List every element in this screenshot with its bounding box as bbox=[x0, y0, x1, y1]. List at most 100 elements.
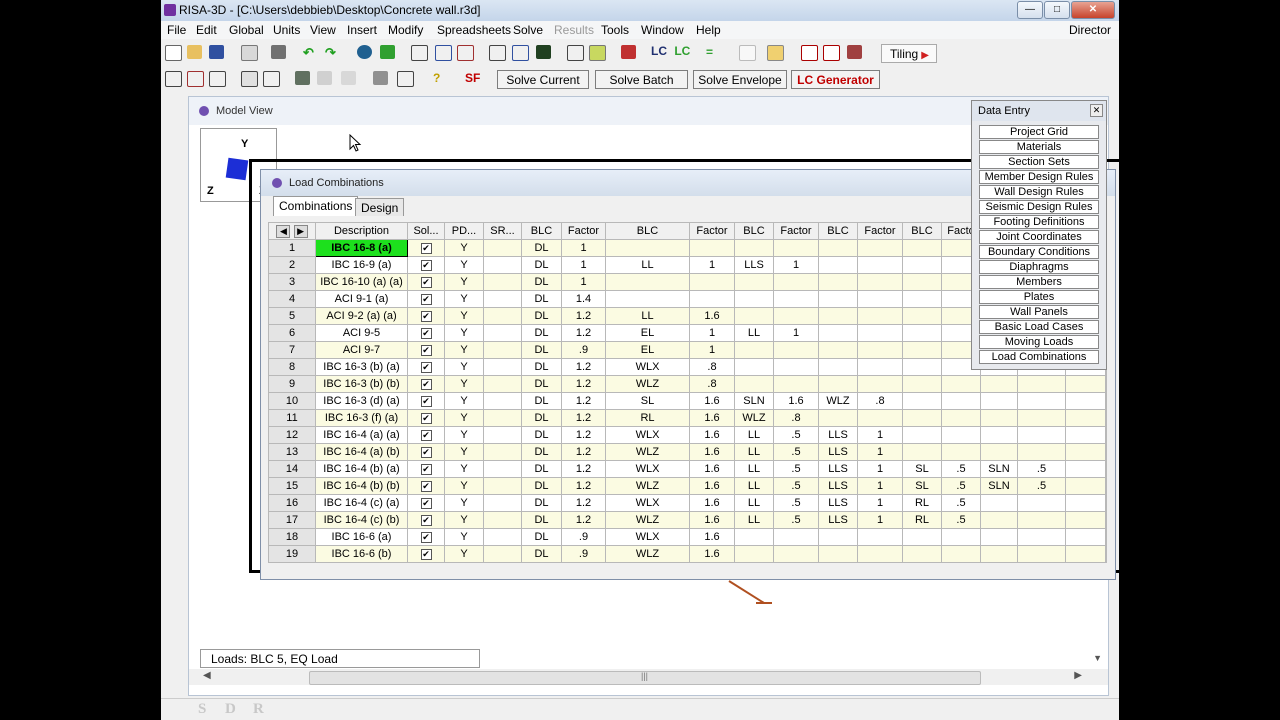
pdelta-cell[interactable]: Y bbox=[444, 443, 484, 461]
blc-cell[interactable]: SLN bbox=[980, 477, 1018, 495]
description-cell[interactable]: ACI 9-5 bbox=[315, 324, 408, 342]
row-number[interactable]: 3 bbox=[268, 273, 316, 291]
empty-cell[interactable] bbox=[1105, 511, 1107, 529]
solve-checkbox[interactable]: ✔ bbox=[420, 413, 432, 424]
blc-cell[interactable] bbox=[605, 290, 690, 308]
scroll-right-arrow-icon[interactable]: ▶ bbox=[1074, 670, 1082, 681]
blc-cell[interactable]: DL bbox=[521, 324, 562, 342]
blc-cell[interactable]: DL bbox=[521, 273, 562, 291]
blc-cell[interactable]: DL bbox=[521, 375, 562, 393]
solve-checkbox-cell[interactable]: ✔ bbox=[407, 290, 445, 308]
section-icon[interactable] bbox=[847, 45, 862, 59]
menu-file[interactable]: File bbox=[167, 23, 186, 37]
srss-cell[interactable] bbox=[483, 273, 522, 291]
scroll-left-arrow-icon[interactable]: ◀ bbox=[203, 670, 211, 681]
solve-checkbox[interactable]: ✔ bbox=[420, 498, 432, 509]
srss-cell[interactable] bbox=[483, 443, 522, 461]
solve-batch-button[interactable]: Solve Batch bbox=[595, 70, 688, 89]
factor-cell[interactable] bbox=[773, 545, 819, 563]
blc-cell[interactable] bbox=[734, 239, 774, 257]
factor-cell[interactable]: 1.6 bbox=[689, 443, 735, 461]
empty-cell[interactable] bbox=[1065, 426, 1106, 444]
selection-icon[interactable] bbox=[295, 71, 310, 85]
solve-checkbox-cell[interactable]: ✔ bbox=[407, 460, 445, 478]
solve-checkbox-cell[interactable]: ✔ bbox=[407, 528, 445, 546]
row-number[interactable]: 12 bbox=[268, 426, 316, 444]
description-cell[interactable]: IBC 16-6 (b) bbox=[315, 545, 408, 563]
blc-cell[interactable]: EL bbox=[605, 324, 690, 342]
blc-cell[interactable]: LL bbox=[605, 256, 690, 274]
pdelta-cell[interactable]: Y bbox=[444, 341, 484, 359]
factor-cell[interactable] bbox=[773, 307, 819, 325]
factor-cell[interactable] bbox=[773, 273, 819, 291]
blc-cell[interactable] bbox=[734, 375, 774, 393]
blc-cell[interactable]: SLN bbox=[980, 460, 1018, 478]
menu-spreadsheets[interactable]: Spreadsheets bbox=[437, 23, 511, 37]
column-header[interactable]: Factor bbox=[857, 222, 903, 240]
blc-cell[interactable]: LL bbox=[734, 443, 774, 461]
factor-cell[interactable]: .9 bbox=[561, 528, 606, 546]
factor-cell[interactable] bbox=[857, 307, 903, 325]
solve-checkbox-cell[interactable]: ✔ bbox=[407, 239, 445, 257]
empty-cell[interactable] bbox=[1017, 494, 1066, 512]
maximize-button[interactable]: □ bbox=[1044, 1, 1070, 19]
factor-cell[interactable]: 1.6 bbox=[689, 494, 735, 512]
row-number[interactable]: 4 bbox=[268, 290, 316, 308]
factor-cell[interactable] bbox=[773, 341, 819, 359]
srss-cell[interactable] bbox=[483, 392, 522, 410]
factor-cell[interactable] bbox=[857, 256, 903, 274]
blc-cell[interactable]: DL bbox=[521, 341, 562, 359]
blc-cell[interactable] bbox=[902, 307, 942, 325]
factor-cell[interactable]: 1.6 bbox=[689, 460, 735, 478]
column-header[interactable]: BLC bbox=[902, 222, 942, 240]
solve-checkbox-cell[interactable]: ✔ bbox=[407, 392, 445, 410]
blc-cell[interactable]: SL bbox=[902, 477, 942, 495]
srss-cell[interactable] bbox=[483, 477, 522, 495]
solve-checkbox[interactable]: ✔ bbox=[420, 396, 432, 407]
factor-cell[interactable] bbox=[941, 375, 981, 393]
blc-cell[interactable]: DL bbox=[521, 528, 562, 546]
table-row[interactable]: 9 IBC 16-3 (b) (b) ✔ Y DL 1.2 WLZ .8 bbox=[268, 375, 1107, 393]
factor-cell[interactable] bbox=[857, 324, 903, 342]
menu-help[interactable]: Help bbox=[696, 23, 721, 37]
data-entry-button[interactable]: Seismic Design Rules bbox=[979, 200, 1099, 214]
factor-cell[interactable]: 1.2 bbox=[561, 307, 606, 325]
factor-cell[interactable]: 1 bbox=[689, 324, 735, 342]
empty-cell[interactable] bbox=[980, 545, 1018, 563]
table-row[interactable]: 16 IBC 16-4 (c) (a) ✔ Y DL 1.2 WLX 1.6 LL .5 LLS 1 R… bbox=[268, 494, 1107, 512]
factor-cell[interactable]: 1.6 bbox=[689, 545, 735, 563]
solve-checkbox-cell[interactable]: ✔ bbox=[407, 256, 445, 274]
factor-cell[interactable]: 1 bbox=[857, 511, 903, 529]
factor-cell[interactable]: .9 bbox=[561, 341, 606, 359]
display-icon[interactable] bbox=[241, 71, 258, 87]
row-number[interactable]: 13 bbox=[268, 443, 316, 461]
pdelta-cell[interactable]: Y bbox=[444, 239, 484, 257]
factor-cell[interactable] bbox=[857, 273, 903, 291]
data-entry-button[interactable]: Project Grid bbox=[979, 125, 1099, 139]
blc-cell[interactable]: DL bbox=[521, 409, 562, 427]
blc-cell[interactable] bbox=[734, 528, 774, 546]
menu-user-director[interactable]: Director bbox=[1069, 23, 1111, 37]
blc-cell[interactable]: LL bbox=[605, 307, 690, 325]
factor-cell[interactable]: 1.4 bbox=[561, 290, 606, 308]
description-cell[interactable]: IBC 16-4 (a) (b) bbox=[315, 443, 408, 461]
factor-cell[interactable]: 1 bbox=[773, 256, 819, 274]
pdelta-cell[interactable]: Y bbox=[444, 426, 484, 444]
description-cell[interactable]: IBC 16-8 (a) bbox=[315, 239, 408, 257]
data-entry-button[interactable]: Wall Design Rules bbox=[979, 185, 1099, 199]
blc-cell[interactable] bbox=[818, 358, 858, 376]
row-number[interactable]: 5 bbox=[268, 307, 316, 325]
tab-combinations[interactable]: Combinations bbox=[273, 196, 359, 216]
row-number[interactable]: 9 bbox=[268, 375, 316, 393]
blc-cell[interactable] bbox=[902, 409, 942, 427]
blc-cell[interactable] bbox=[818, 341, 858, 359]
solve-current-button[interactable]: Solve Current bbox=[497, 70, 589, 89]
srss-cell[interactable] bbox=[483, 375, 522, 393]
factor-cell[interactable]: .5 bbox=[773, 494, 819, 512]
factor-cell[interactable]: 1 bbox=[857, 494, 903, 512]
clipboard-icon[interactable] bbox=[373, 71, 388, 85]
srss-cell[interactable] bbox=[483, 494, 522, 512]
blc-cell[interactable] bbox=[902, 426, 942, 444]
factor-cell[interactable] bbox=[941, 409, 981, 427]
factor-cell[interactable]: .5 bbox=[773, 511, 819, 529]
